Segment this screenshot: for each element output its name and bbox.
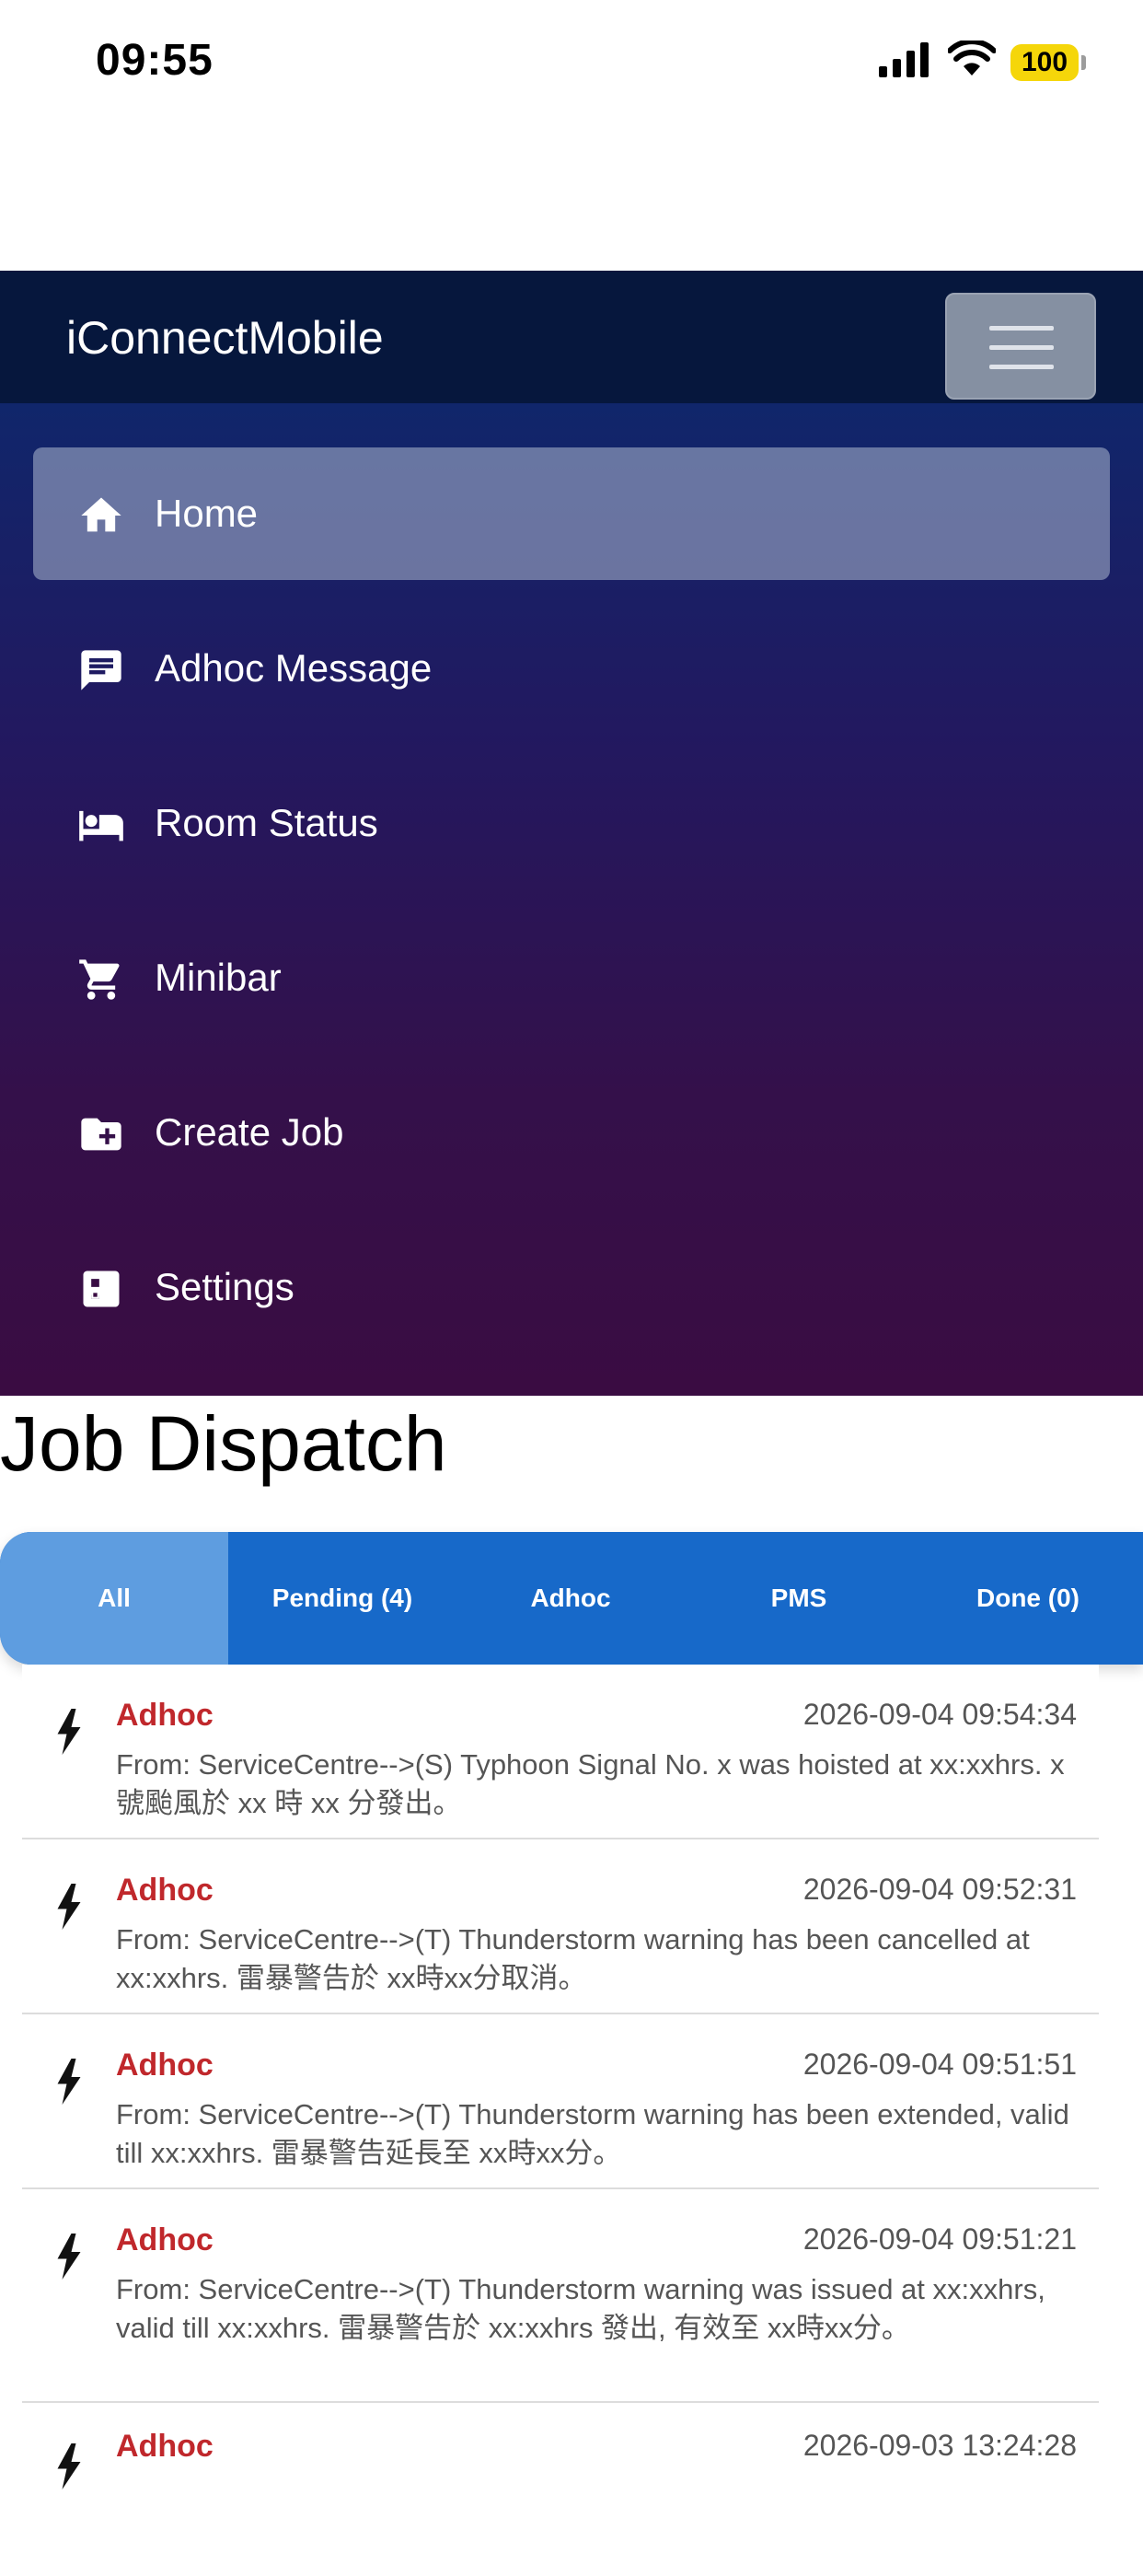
job-type: Adhoc xyxy=(116,2048,214,2083)
tab-all[interactable]: All xyxy=(0,1532,228,1665)
job-message: From: ServiceCentre-->(T) Thunderstorm w… xyxy=(116,2098,1069,2169)
menu-item-label: Create Job xyxy=(155,1110,344,1154)
job-row[interactable]: Adhoc 2026-09-04 09:52:31 From: ServiceC… xyxy=(22,1839,1099,2014)
bed-icon xyxy=(79,810,123,841)
job-list: Adhoc 2026-09-04 09:54:34 From: ServiceC… xyxy=(22,1665,1099,2576)
battery-tip xyxy=(1081,55,1086,70)
message-icon xyxy=(81,650,121,690)
menu-item-room-status[interactable]: Room Status xyxy=(33,757,1110,889)
job-filter-tabs: All Pending (4) Adhoc PMS Done (0) xyxy=(0,1532,1143,1665)
job-timestamp: 2026-09-03 13:24:28 xyxy=(802,2429,1077,2462)
job-row[interactable]: Adhoc 2026-09-04 09:51:21 From: ServiceC… xyxy=(22,2189,1099,2403)
cart-icon xyxy=(79,959,120,1000)
job-timestamp: 2026-09-04 09:51:51 xyxy=(802,2048,1077,2081)
bolt-icon xyxy=(57,1709,81,1755)
hamburger-icon xyxy=(989,326,1054,331)
job-message: From: ServiceCentre-->(T) Thunderstorm w… xyxy=(116,1923,1030,1994)
menu-item-label: Adhoc Message xyxy=(155,646,433,690)
bolt-icon xyxy=(57,2234,81,2280)
menu-item-home[interactable]: Home xyxy=(33,447,1110,580)
job-type: Adhoc xyxy=(116,1873,214,1908)
tab-pms[interactable]: PMS xyxy=(685,1532,913,1665)
menu-item-adhoc-message[interactable]: Adhoc Message xyxy=(33,602,1110,735)
job-row[interactable]: Adhoc 2026-09-04 09:54:34 From: ServiceC… xyxy=(22,1665,1099,1839)
app-brand[interactable]: iConnectMobile xyxy=(66,311,384,365)
menu-item-minibar[interactable]: Minibar xyxy=(33,911,1110,1044)
job-timestamp: 2026-09-04 09:54:34 xyxy=(802,1698,1077,1731)
job-timestamp: 2026-09-04 09:51:21 xyxy=(802,2222,1077,2256)
menu-item-create-job[interactable]: Create Job xyxy=(33,1066,1110,1199)
job-type: Adhoc xyxy=(116,1698,214,1733)
job-row[interactable]: Adhoc 2026-09-03 13:24:28 xyxy=(22,2403,1099,2576)
job-timestamp: 2026-09-04 09:52:31 xyxy=(802,1873,1077,1906)
tab-pending[interactable]: Pending (4) xyxy=(228,1532,456,1665)
settings-list-icon xyxy=(83,1271,120,1307)
menu-toggle-button[interactable] xyxy=(945,293,1096,400)
status-bar: 09:55 100 xyxy=(0,0,1143,129)
page-title: Job Dispatch xyxy=(0,1400,447,1487)
top-navbar: iConnectMobile xyxy=(0,271,1143,403)
tab-adhoc[interactable]: Adhoc xyxy=(456,1532,685,1665)
menu-item-label: Minibar xyxy=(155,956,282,999)
job-row[interactable]: Adhoc 2026-09-04 09:51:51 From: ServiceC… xyxy=(22,2014,1099,2189)
bolt-icon xyxy=(57,2059,81,2105)
hamburger-icon-bar xyxy=(989,345,1054,350)
bolt-icon xyxy=(57,2443,81,2489)
menu-item-label: Home xyxy=(155,492,259,535)
cellular-signal-icon xyxy=(879,42,929,77)
menu-item-settings[interactable]: Settings xyxy=(33,1221,1110,1353)
menu-item-label: Settings xyxy=(155,1265,294,1308)
bolt-icon xyxy=(57,1884,81,1930)
wifi-icon xyxy=(948,41,996,75)
folder-plus-icon xyxy=(81,1118,121,1151)
job-type: Adhoc xyxy=(116,2222,214,2257)
hamburger-icon-bar xyxy=(989,365,1054,369)
battery-icon: 100 xyxy=(1010,44,1079,81)
job-type: Adhoc xyxy=(116,2429,214,2464)
nav-menu: Home Adhoc Message Room Status Minibar C… xyxy=(0,403,1143,1396)
status-time: 09:55 xyxy=(96,36,214,85)
job-message: From: ServiceCentre-->(T) Thunderstorm w… xyxy=(116,2273,1045,2344)
tab-done[interactable]: Done (0) xyxy=(913,1532,1143,1665)
home-icon xyxy=(81,497,121,532)
menu-item-label: Room Status xyxy=(155,801,378,844)
job-message: From: ServiceCentre-->(S) Typhoon Signal… xyxy=(116,1748,1065,1819)
